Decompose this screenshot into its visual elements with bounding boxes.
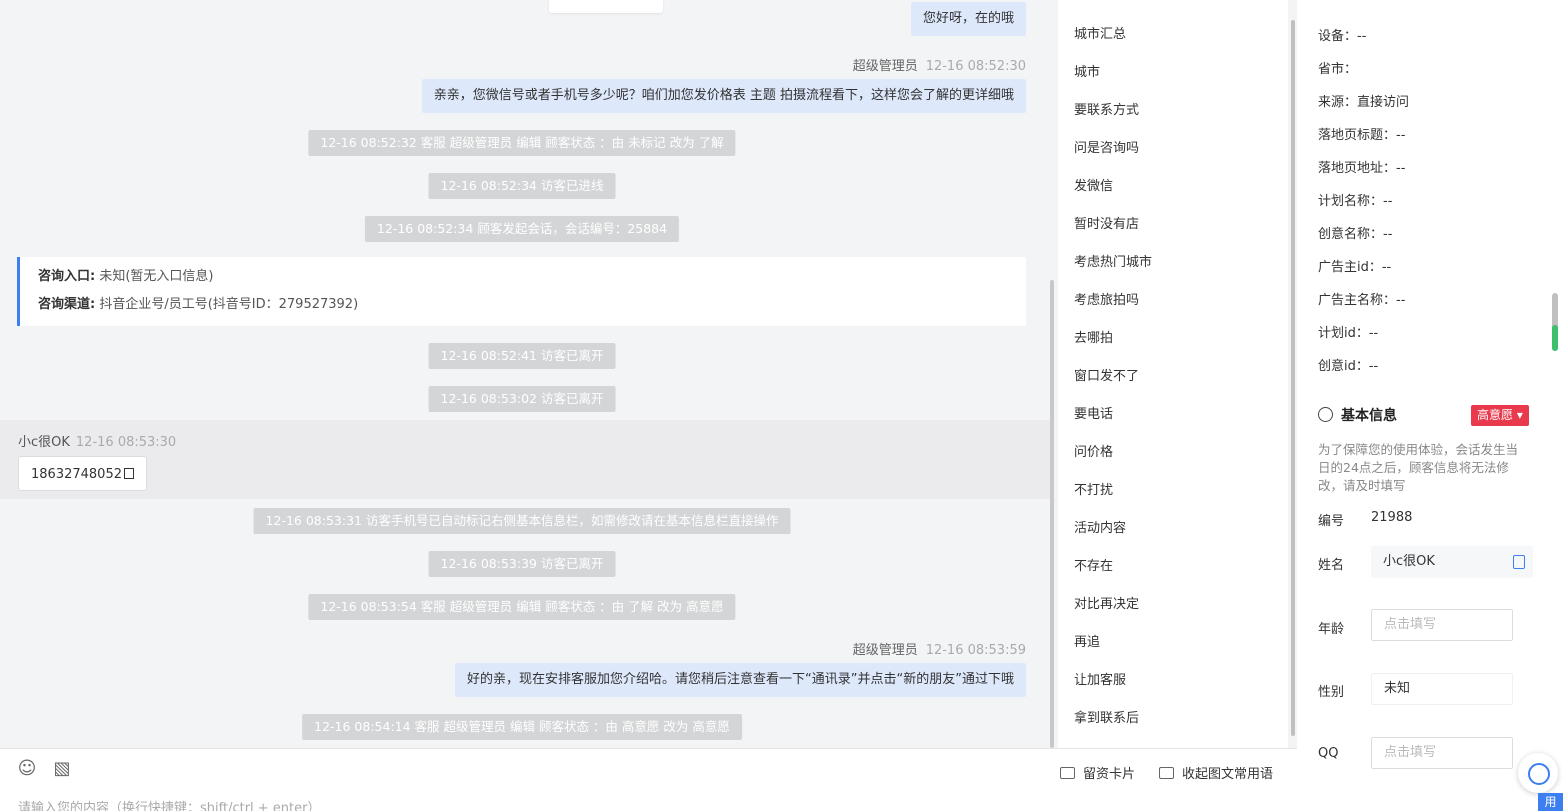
intent-status-badge[interactable]: 高意愿 ▾ bbox=[1471, 405, 1529, 426]
card-icon bbox=[1060, 767, 1075, 779]
qq-field[interactable]: 点击填写 bbox=[1371, 737, 1513, 769]
phrase-item[interactable]: 窗口发不了 bbox=[1074, 365, 1139, 384]
phrase-item[interactable]: 不存在 bbox=[1074, 555, 1113, 574]
phrase-item[interactable]: 对比再决定 bbox=[1074, 593, 1139, 612]
assistant-icon[interactable] bbox=[1518, 753, 1558, 793]
info-province: 省市： bbox=[1318, 62, 1358, 77]
visitor-message-text: 18632748052 bbox=[31, 467, 122, 482]
basic-info-label: 基本信息 bbox=[1341, 408, 1397, 424]
collapse-phrases-label: 收起图文常用语 bbox=[1182, 767, 1274, 782]
gender-label: 性别 bbox=[1318, 685, 1345, 700]
info-landing-url: 落地页地址：-- bbox=[1318, 161, 1406, 176]
sender-name: 超级管理员 bbox=[852, 643, 918, 658]
channel-value: 抖音企业号/员工号(抖音号ID：279527392) bbox=[99, 297, 359, 312]
system-message: 12-16 08:52:32 客服 超级管理员 编辑 顾客状态 ：由 未标记 改… bbox=[308, 130, 736, 156]
gender-select[interactable]: 未知 bbox=[1371, 673, 1513, 705]
system-message: 12-16 08:54:14 客服 超级管理员 编辑 顾客状态 ：由 高意愿 改… bbox=[302, 714, 742, 740]
phrase-item[interactable]: 要电话 bbox=[1074, 403, 1113, 422]
message-meta: 超级管理员 12-16 08:52:30 bbox=[853, 55, 1026, 74]
system-message: 12-16 08:53:39 访客已离开 bbox=[428, 551, 616, 577]
consult-source-card: 咨询入口: 未知(暂无入口信息) 咨询渠道: 抖音企业号/员工号(抖音号ID：2… bbox=[17, 257, 1026, 326]
visitor-message: 18632748052 bbox=[18, 456, 147, 491]
phrase-item[interactable]: 暂时没有店 bbox=[1074, 213, 1139, 232]
phrase-item[interactable]: 考虑热门城市 bbox=[1074, 251, 1152, 270]
visitor-time: 12-16 08:53:30 bbox=[75, 435, 177, 450]
phrase-item[interactable]: 去哪拍 bbox=[1074, 327, 1113, 346]
phrase-scrollbar[interactable] bbox=[1291, 20, 1295, 736]
info-device: 设备：-- bbox=[1318, 29, 1367, 44]
phrase-item[interactable]: 要联系方式 bbox=[1074, 99, 1139, 118]
system-message: 12-16 08:53:54 客服 超级管理员 编辑 顾客状态 ：由 了解 改为… bbox=[308, 594, 736, 620]
phrase-item[interactable]: 问是咨询吗 bbox=[1074, 137, 1139, 156]
visitor-meta: 小c很OK 12-16 08:53:30 bbox=[18, 431, 176, 450]
phrase-item[interactable]: 问价格 bbox=[1074, 441, 1113, 460]
image-icon[interactable]: ▧ bbox=[52, 759, 72, 779]
top-tab[interactable] bbox=[549, 0, 663, 13]
channel-label: 咨询渠道: bbox=[38, 297, 96, 312]
age-label: 年龄 bbox=[1318, 622, 1345, 637]
message-time: 12-16 08:52:30 bbox=[925, 59, 1026, 74]
phrase-item[interactable]: 让加客服 bbox=[1074, 669, 1126, 688]
visitor-name: 小c很OK bbox=[18, 435, 70, 450]
phrase-item[interactable]: 拿到联系后 bbox=[1074, 707, 1139, 726]
lead-card-button[interactable]: 留资卡片 bbox=[1060, 763, 1135, 782]
agent-message: 您好呀，在的哦 bbox=[910, 2, 1026, 36]
system-message: 12-16 08:53:31 访客手机号已自动标记右侧基本信息栏，如需修改请在基… bbox=[253, 508, 791, 534]
age-field[interactable]: 点击填写 bbox=[1371, 609, 1513, 641]
message-time: 12-16 08:53:59 bbox=[925, 643, 1026, 658]
phrase-item[interactable]: 城市 bbox=[1074, 61, 1100, 80]
info-creative-name: 创意名称：-- bbox=[1318, 227, 1393, 242]
message-meta: 超级管理员 12-16 08:53:59 bbox=[853, 639, 1026, 658]
name-label: 姓名 bbox=[1318, 558, 1345, 573]
info-source: 来源：直接访问 bbox=[1318, 95, 1410, 110]
user-icon bbox=[1318, 407, 1333, 422]
system-message: 12-16 08:52:34 访客已进线 bbox=[428, 173, 616, 199]
phrase-item[interactable]: 考虑旅拍吗 bbox=[1074, 289, 1139, 308]
use-button[interactable]: 用 bbox=[1538, 793, 1563, 811]
phrase-item[interactable]: 再追 bbox=[1074, 631, 1100, 650]
input-area: ☺ ▧ 请输入您的内容（换行快捷键：shift/ctrl + enter） 留资… bbox=[0, 748, 1297, 811]
collapse-phrases-button[interactable]: 收起图文常用语 bbox=[1159, 763, 1273, 782]
customer-info-panel: 设备：-- 省市： 来源：直接访问 落地页标题：-- 落地页地址：-- 计划名称… bbox=[1297, 0, 1563, 811]
message-input[interactable]: 请输入您的内容（换行快捷键：shift/ctrl + enter） bbox=[18, 797, 321, 811]
phrase-item[interactable]: 城市汇总 bbox=[1074, 23, 1126, 42]
info-landing-title: 落地页标题：-- bbox=[1318, 128, 1406, 143]
entry-label: 咨询入口: bbox=[38, 269, 96, 284]
chat-scrollbar[interactable] bbox=[1050, 280, 1054, 748]
info-plan-name: 计划名称：-- bbox=[1318, 194, 1393, 209]
quick-phrase-list: 城市汇总 城市 要联系方式 问是咨询吗 发微信 暂时没有店 考虑热门城市 考虑旅… bbox=[1058, 0, 1288, 748]
info-creative-id: 创意id：-- bbox=[1318, 359, 1379, 374]
edit-notice: 为了保障您的使用体验，会话发生当日的24点之后，顾客信息将无法修改，请及时填写 bbox=[1318, 442, 1519, 493]
sender-name: 超级管理员 bbox=[852, 59, 918, 74]
chat-panel: 您好呀，在的哦 超级管理员 12-16 08:52:30 亲亲，您微信号或者手机号… bbox=[0, 0, 1050, 748]
phrase-item[interactable]: 活动内容 bbox=[1074, 517, 1126, 536]
info-advertiser-name: 广告主名称：-- bbox=[1318, 293, 1406, 308]
system-message: 12-16 08:52:34 顾客发起会话，会话编号：25884 bbox=[364, 216, 680, 242]
info-advertiser-id: 广告主id：-- bbox=[1318, 260, 1392, 275]
info-plan-id: 计划id：-- bbox=[1318, 326, 1379, 341]
lead-card-label: 留资卡片 bbox=[1083, 767, 1136, 782]
smile-icon[interactable]: ☺ bbox=[17, 759, 37, 779]
info-scroll-indicator bbox=[1552, 325, 1558, 351]
name-value: 小c很OK bbox=[1383, 554, 1435, 569]
basic-info-title: 基本信息 bbox=[1318, 405, 1397, 425]
name-field[interactable]: 小c很OK bbox=[1371, 546, 1533, 578]
id-value: 21988 bbox=[1371, 510, 1413, 525]
agent-message: 亲亲，您微信号或者手机号多少呢？咱们加您发价格表 主题 拍摄流程看下，这样您会了… bbox=[421, 79, 1026, 113]
system-message: 12-16 08:52:41 访客已离开 bbox=[428, 343, 616, 369]
collapse-icon bbox=[1159, 767, 1174, 779]
copy-icon[interactable] bbox=[1513, 555, 1525, 569]
phrase-item[interactable]: 不打扰 bbox=[1074, 479, 1113, 498]
id-label: 编号 bbox=[1318, 514, 1345, 529]
copy-icon[interactable] bbox=[123, 468, 134, 479]
system-message: 12-16 08:53:02 访客已离开 bbox=[428, 386, 616, 412]
entry-value: 未知(暂无入口信息) bbox=[99, 269, 214, 284]
agent-message: 好的亲，现在安排客服加您介绍哈。请您稍后注意查看一下“通讯录”并点击“新的朋友”… bbox=[455, 663, 1026, 697]
qq-label: QQ bbox=[1318, 746, 1339, 761]
phrase-item[interactable]: 发微信 bbox=[1074, 175, 1113, 194]
